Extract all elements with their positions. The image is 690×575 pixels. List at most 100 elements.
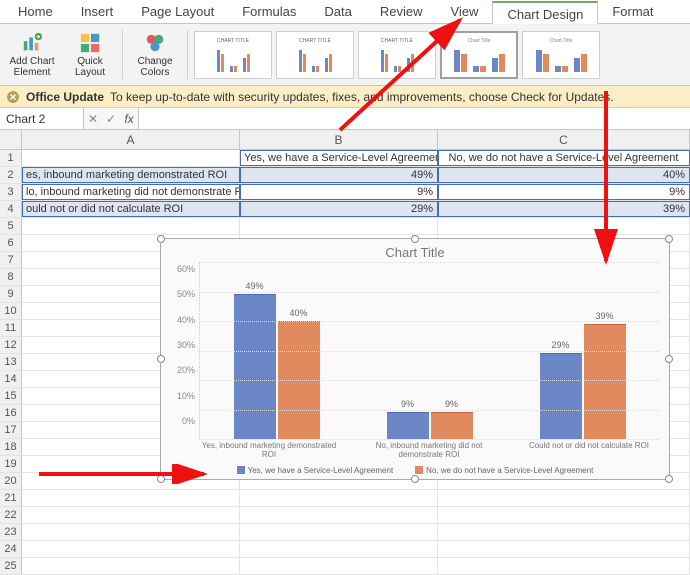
data-bar[interactable]: 39% xyxy=(584,324,626,439)
fbar-enter-icon[interactable]: ✓ xyxy=(102,112,120,126)
row-header[interactable]: 20 xyxy=(0,473,22,489)
name-box[interactable]: Chart 2 xyxy=(0,108,84,129)
plot-area[interactable]: 49%40%9%9%29%39% xyxy=(199,262,659,440)
row-header[interactable]: 5 xyxy=(0,218,22,234)
tab-chart-design[interactable]: Chart Design xyxy=(492,1,598,24)
legend-item[interactable]: No, we do not have a Service-Level Agree… xyxy=(415,466,593,475)
cell[interactable] xyxy=(22,218,240,234)
tab-insert[interactable]: Insert xyxy=(67,0,128,23)
resize-handle[interactable] xyxy=(665,355,673,363)
add-chart-element-button[interactable]: Add Chart Element xyxy=(4,26,60,83)
resize-handle[interactable] xyxy=(157,235,165,243)
data-bar[interactable]: 29% xyxy=(540,353,582,439)
cell[interactable] xyxy=(22,507,240,523)
row-header[interactable]: 15 xyxy=(0,388,22,404)
row-header[interactable]: 1 xyxy=(0,150,22,166)
row-header[interactable]: 18 xyxy=(0,439,22,455)
cell[interactable] xyxy=(438,218,690,234)
row-header[interactable]: 17 xyxy=(0,422,22,438)
cell[interactable] xyxy=(22,541,240,557)
row-header[interactable]: 24 xyxy=(0,541,22,557)
data-bar[interactable]: 9% xyxy=(431,412,473,439)
change-colors-button[interactable]: Change Colors xyxy=(127,26,183,83)
row-header[interactable]: 19 xyxy=(0,456,22,472)
row-header[interactable]: 14 xyxy=(0,371,22,387)
cell[interactable]: 39% xyxy=(438,201,690,217)
cell[interactable] xyxy=(240,558,438,574)
resize-handle[interactable] xyxy=(157,475,165,483)
cell[interactable]: No, we do not have a Service-Level Agree… xyxy=(438,150,690,166)
row-header[interactable]: 23 xyxy=(0,524,22,540)
col-header[interactable]: A xyxy=(22,130,240,149)
cell[interactable]: es, inbound marketing demonstrated ROI xyxy=(22,167,240,183)
col-header[interactable]: B xyxy=(240,130,438,149)
chart-style-thumb[interactable]: CHART TITLE xyxy=(276,31,354,79)
tab-formulas[interactable]: Formulas xyxy=(228,0,310,23)
chart-style-thumb[interactable]: CHART TITLE xyxy=(358,31,436,79)
cell[interactable]: 9% xyxy=(438,184,690,200)
fx-label[interactable]: fx xyxy=(120,112,138,126)
cell[interactable] xyxy=(240,541,438,557)
cell[interactable] xyxy=(22,490,240,506)
cell[interactable] xyxy=(22,150,240,166)
cell[interactable]: 29% xyxy=(240,201,438,217)
tab-view[interactable]: View xyxy=(437,0,493,23)
cell[interactable]: 49% xyxy=(240,167,438,183)
row-header[interactable]: 16 xyxy=(0,405,22,421)
resize-handle[interactable] xyxy=(411,235,419,243)
col-header[interactable]: C xyxy=(438,130,690,149)
row-header[interactable]: 25 xyxy=(0,558,22,574)
chart-object[interactable]: Chart Title 60% 50% 40% 30% 20% 10% 0% 4… xyxy=(160,238,670,480)
chart-style-thumb[interactable]: Chart Title xyxy=(522,31,600,79)
row-header[interactable]: 3 xyxy=(0,184,22,200)
chart-style-thumb[interactable]: Chart Title xyxy=(440,31,518,79)
legend[interactable]: Yes, we have a Service-Level Agreement No… xyxy=(161,462,669,475)
row-header[interactable]: 2 xyxy=(0,167,22,183)
quick-layout-button[interactable]: Quick Layout xyxy=(62,26,118,83)
row-header[interactable]: 22 xyxy=(0,507,22,523)
cell[interactable]: 9% xyxy=(240,184,438,200)
close-icon[interactable] xyxy=(6,90,20,104)
row-header[interactable]: 4 xyxy=(0,201,22,217)
legend-item[interactable]: Yes, we have a Service-Level Agreement xyxy=(237,466,394,475)
tab-page-layout[interactable]: Page Layout xyxy=(127,0,228,23)
cell[interactable] xyxy=(22,524,240,540)
cell[interactable] xyxy=(438,558,690,574)
cell[interactable] xyxy=(438,541,690,557)
row-header[interactable]: 6 xyxy=(0,235,22,251)
cell[interactable]: ould not or did not calculate ROI xyxy=(22,201,240,217)
chart-style-thumb[interactable]: CHART TITLE xyxy=(194,31,272,79)
row-header[interactable]: 13 xyxy=(0,354,22,370)
fbar-cancel-icon[interactable]: ✕ xyxy=(84,112,102,126)
data-bar[interactable]: 9% xyxy=(387,412,429,439)
category-labels: Yes, inbound marketing demonstrated ROIN… xyxy=(161,440,669,462)
cell[interactable] xyxy=(240,490,438,506)
cell[interactable] xyxy=(240,507,438,523)
row-header[interactable]: 8 xyxy=(0,269,22,285)
cell[interactable] xyxy=(22,558,240,574)
resize-handle[interactable] xyxy=(665,475,673,483)
cell[interactable] xyxy=(438,507,690,523)
tab-home[interactable]: Home xyxy=(4,0,67,23)
row-header[interactable]: 9 xyxy=(0,286,22,302)
formula-input[interactable] xyxy=(138,108,690,129)
tab-format[interactable]: Format xyxy=(598,0,667,23)
row-header[interactable]: 11 xyxy=(0,320,22,336)
cell[interactable]: lo, inbound marketing did not demonstrat… xyxy=(22,184,240,200)
tab-data[interactable]: Data xyxy=(310,0,365,23)
row-header[interactable]: 12 xyxy=(0,337,22,353)
data-bar[interactable]: 49% xyxy=(234,294,276,439)
cell[interactable]: Yes, we have a Service-Level Agreement xyxy=(240,150,438,166)
cell[interactable] xyxy=(438,490,690,506)
resize-handle[interactable] xyxy=(411,475,419,483)
resize-handle[interactable] xyxy=(157,355,165,363)
resize-handle[interactable] xyxy=(665,235,673,243)
row-header[interactable]: 21 xyxy=(0,490,22,506)
cell[interactable]: 40% xyxy=(438,167,690,183)
row-header[interactable]: 10 xyxy=(0,303,22,319)
row-header[interactable]: 7 xyxy=(0,252,22,268)
cell[interactable] xyxy=(240,524,438,540)
tab-review[interactable]: Review xyxy=(366,0,437,23)
cell[interactable] xyxy=(240,218,438,234)
cell[interactable] xyxy=(438,524,690,540)
